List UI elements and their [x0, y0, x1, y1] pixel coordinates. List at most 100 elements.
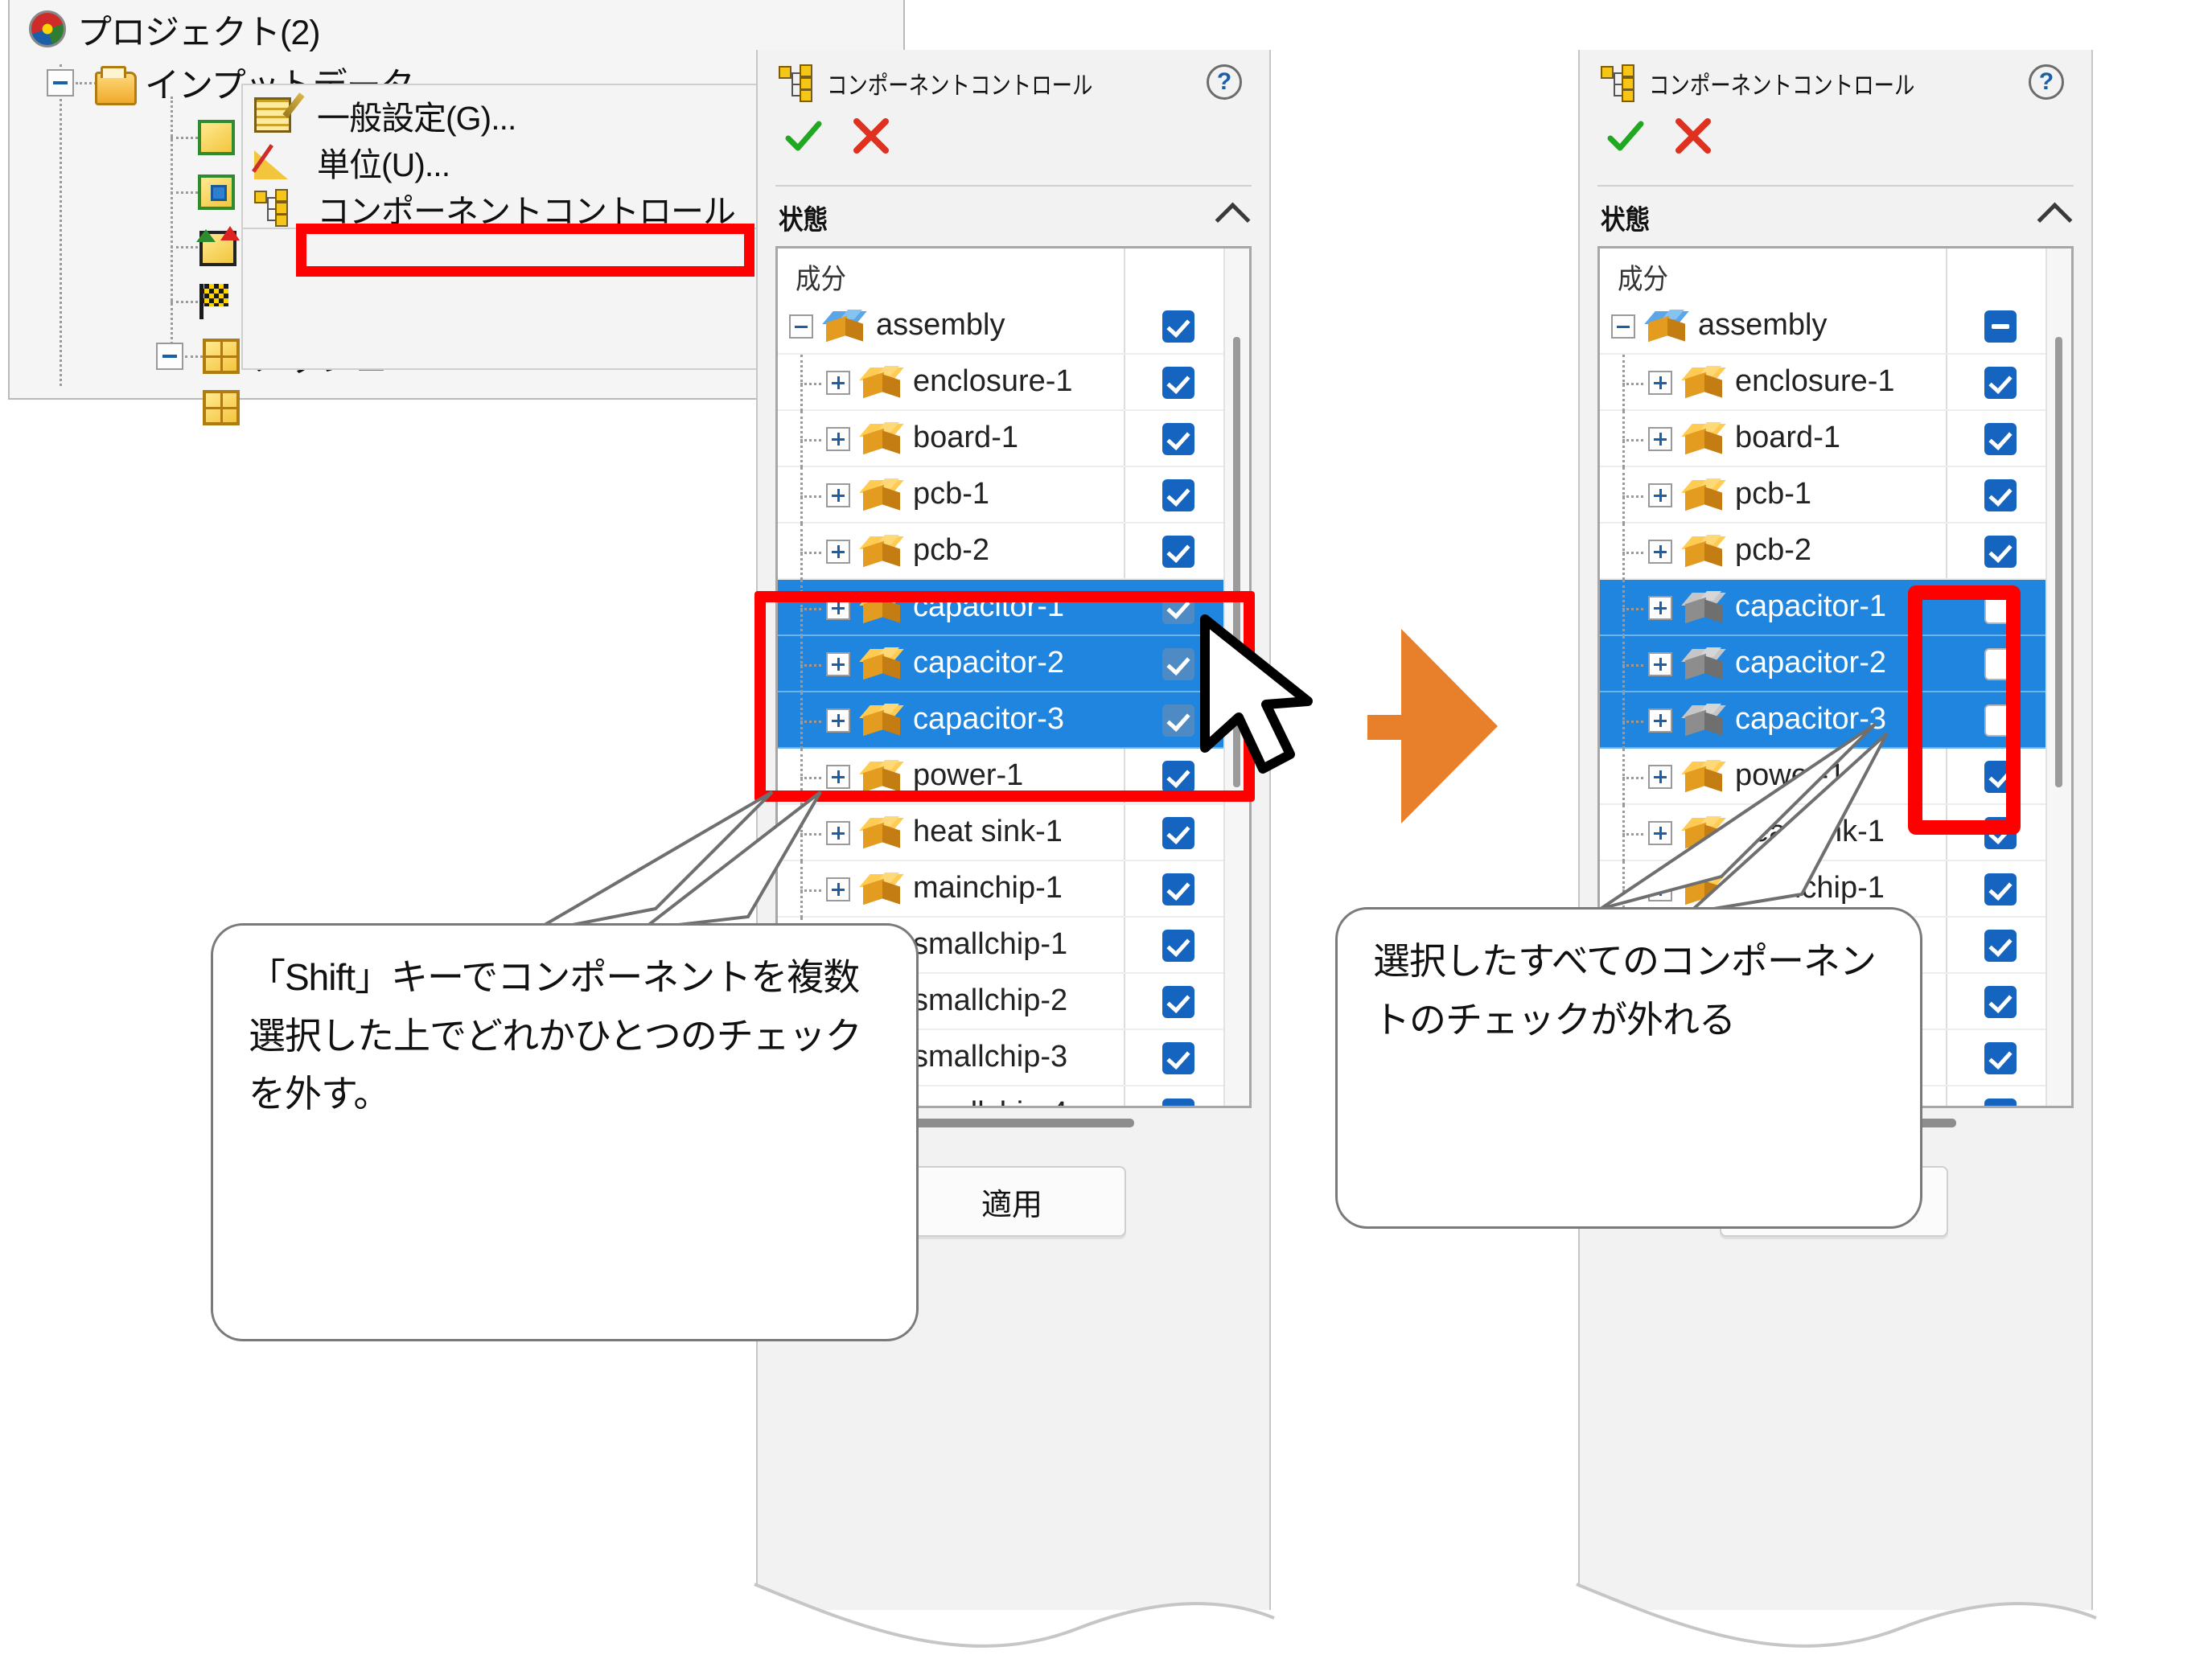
component-enable-checkbox[interactable]: [1162, 536, 1194, 568]
component-enable-checkbox[interactable]: [1984, 479, 2017, 511]
tree-connector-line: [1622, 608, 1643, 610]
component-icon: [859, 535, 905, 569]
component-enable-checkbox[interactable]: [1984, 367, 2017, 399]
table-row[interactable]: mainchip-1: [778, 861, 1249, 918]
tree-expander-plus-icon[interactable]: [1648, 877, 1672, 901]
component-name: pcb-2: [913, 533, 990, 567]
tree-expander-plus-icon[interactable]: [1648, 371, 1672, 395]
component-icon: [1681, 422, 1727, 456]
table-row[interactable]: pcb-1: [1600, 467, 2071, 524]
component-icon: [1644, 310, 1690, 343]
component-enable-checkbox[interactable]: [1162, 817, 1194, 849]
component-enable-checkbox[interactable]: [1162, 1042, 1194, 1074]
component-enable-checkbox[interactable]: [1162, 930, 1194, 962]
component-cube-icon: [1644, 310, 1690, 343]
help-icon[interactable]: ?: [1207, 64, 1242, 100]
component-enable-checkbox[interactable]: [1984, 873, 2017, 905]
menu-highlight-box: [296, 224, 754, 277]
folder-icon: [95, 62, 137, 105]
computational-domain-icon: [198, 117, 240, 158]
component-enable-checkbox[interactable]: [1984, 1042, 2017, 1074]
table-row[interactable]: board-1: [778, 411, 1249, 467]
component-name: pcb-1: [1735, 477, 1812, 511]
component-cube-icon: [1681, 704, 1727, 737]
component-name: smallchip-1: [913, 927, 1068, 961]
scrollbar-thumb[interactable]: [2055, 337, 2062, 787]
help-icon[interactable]: ?: [2029, 64, 2064, 100]
tree-connector-line: [800, 383, 821, 385]
component-enable-checkbox[interactable]: [1162, 873, 1194, 905]
component-enable-checkbox[interactable]: [1984, 536, 2017, 568]
component-name: board-1: [1735, 421, 1840, 454]
component-enable-checkbox[interactable]: [1984, 1098, 2017, 1106]
tree-connector-line: [800, 889, 821, 892]
tree-expander-minus-icon[interactable]: [789, 314, 813, 339]
component-enable-checkbox[interactable]: [1162, 479, 1194, 511]
component-control-icon: [1601, 64, 1638, 102]
tree-expander-plus-icon[interactable]: [1648, 483, 1672, 507]
tree-expander-plus-icon[interactable]: [1648, 765, 1672, 789]
confirm-check-icon[interactable]: [1606, 117, 1644, 156]
tree-expander-plus-icon[interactable]: [1648, 427, 1672, 451]
component-name: capacitor-2: [1735, 646, 1886, 680]
component-control-dialog-before: コンポーネントコントロール ? 状態 成分 assembly enclosure-…: [756, 50, 1271, 1610]
component-enable-checkbox[interactable]: [1984, 986, 2017, 1018]
table-row[interactable]: pcb-2: [1600, 524, 2071, 580]
menu-item-general-settings[interactable]: 一般設定(G)...: [243, 92, 759, 138]
table-row[interactable]: enclosure-1: [778, 355, 1249, 411]
tree-connector-line: [800, 439, 821, 441]
component-icon: [1681, 704, 1727, 737]
confirm-check-icon[interactable]: [783, 117, 822, 156]
cancel-x-icon[interactable]: [1675, 117, 1712, 154]
tree-connector-line: [60, 64, 62, 386]
fluid-subdomain-icon: [198, 171, 240, 213]
goal-flag-icon: [198, 281, 240, 322]
chevron-up-icon[interactable]: [2037, 202, 2073, 238]
table-row[interactable]: pcb-1: [778, 467, 1249, 524]
tree-expander-plus-icon[interactable]: [1648, 540, 1672, 564]
component-enable-checkbox[interactable]: [1162, 423, 1194, 455]
component-enable-checkbox[interactable]: [1984, 930, 2017, 962]
tree-expander-plus-icon[interactable]: [826, 540, 850, 564]
menu-item-units[interactable]: 単位(U)...: [243, 138, 759, 185]
cancel-x-icon[interactable]: [853, 117, 890, 154]
component-enable-checkbox[interactable]: [1162, 1098, 1194, 1106]
context-menu: 一般設定(G)... 単位(U)... コンポーネントコントロール グローバルメ…: [241, 84, 803, 323]
tree-expander-plus-icon[interactable]: [826, 483, 850, 507]
menu-item-label: 単位(U)...: [317, 146, 450, 183]
component-enable-checkbox[interactable]: [1162, 986, 1194, 1018]
component-name: board-1: [913, 421, 1018, 454]
tree-expander-minus-icon[interactable]: [47, 69, 74, 97]
tree-expander-plus-icon[interactable]: [826, 821, 850, 845]
table-row[interactable]: pcb-2: [778, 524, 1249, 580]
component-icon: [859, 422, 905, 456]
tree-expander-plus-icon[interactable]: [1648, 708, 1672, 733]
tree-expander-plus-icon[interactable]: [826, 371, 850, 395]
tree-expander-plus-icon[interactable]: [1648, 821, 1672, 845]
tree-expander-plus-icon[interactable]: [1648, 652, 1672, 676]
vertical-scrollbar[interactable]: [2045, 248, 2071, 1106]
table-row[interactable]: enclosure-1: [1600, 355, 2071, 411]
tree-expander-plus-icon[interactable]: [826, 877, 850, 901]
table-row[interactable]: board-1: [1600, 411, 2071, 467]
tree-expander-plus-icon[interactable]: [826, 427, 850, 451]
component-control-icon: [779, 64, 816, 102]
component-name: smallchip-2: [913, 983, 1068, 1017]
tree-connector-line: [1622, 833, 1643, 836]
tree-expander-minus-icon[interactable]: [1611, 314, 1635, 339]
tree-item-project[interactable]: プロジェクト(2): [27, 5, 321, 55]
component-icon: [1681, 535, 1727, 569]
table-row[interactable]: heat sink-1: [778, 805, 1249, 861]
component-enable-checkbox[interactable]: [1162, 367, 1194, 399]
tree-item-partial: [156, 383, 245, 433]
component-enable-checkbox[interactable]: [1984, 310, 2017, 343]
component-enable-checkbox[interactable]: [1984, 423, 2017, 455]
tree-expander-plus-icon[interactable]: [1648, 596, 1672, 620]
table-row[interactable]: assembly: [778, 298, 1249, 355]
tree-expander-minus-icon[interactable]: [156, 343, 183, 370]
apply-button[interactable]: 適用: [898, 1166, 1126, 1237]
chevron-up-icon[interactable]: [1215, 202, 1251, 238]
table-row[interactable]: assembly: [1600, 298, 2071, 355]
callout-right-text: 選択したすべてのコンポーネントのチェックが外れる: [1373, 940, 1877, 1041]
component-enable-checkbox[interactable]: [1162, 310, 1194, 343]
